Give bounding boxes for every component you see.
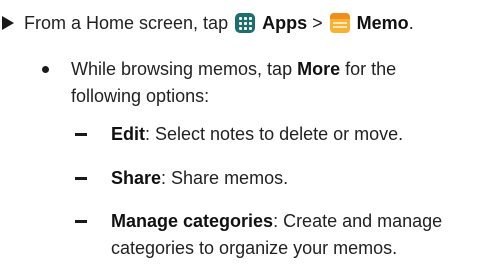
option-share: Share: Share memos. (111, 166, 288, 190)
apps-grid-icon (235, 13, 256, 33)
memo-label: Memo (356, 13, 409, 33)
memo-notepad-icon (329, 13, 350, 33)
separator: > (312, 13, 323, 33)
bullet-dot-icon (42, 66, 49, 73)
option-desc: : Select notes to delete or move. (145, 124, 404, 144)
option-dash-icon (75, 177, 87, 180)
bullet-suffix: for the (345, 59, 397, 79)
apps-label: Apps (262, 13, 308, 33)
option-name: Edit (111, 124, 145, 144)
more-label: More (297, 59, 341, 79)
option-dash-icon (75, 220, 87, 223)
option-manage-categories: Manage categories: Create and manage (111, 209, 442, 233)
step-period: . (408, 13, 414, 33)
bullet-prefix: While browsing memos, tap (71, 59, 293, 79)
step-line: From a Home screen, tap Apps > Memo. (24, 11, 414, 35)
step-triangle-icon (2, 16, 14, 30)
option-desc: : Share memos. (161, 168, 289, 188)
option-dash-icon (75, 133, 87, 136)
option-name: Share (111, 168, 162, 188)
option-desc-line-2: categories to organize your memos. (111, 238, 398, 258)
bullet-line-1: While browsing memos, tap More for the (71, 57, 396, 81)
bullet-line-2: following options: (71, 86, 210, 106)
option-edit: Edit: Select notes to delete or move. (111, 122, 403, 146)
option-desc: : Create and manage (273, 211, 443, 231)
option-name: Manage categories (111, 211, 274, 231)
step-prefix: From a Home screen, tap (24, 13, 229, 33)
